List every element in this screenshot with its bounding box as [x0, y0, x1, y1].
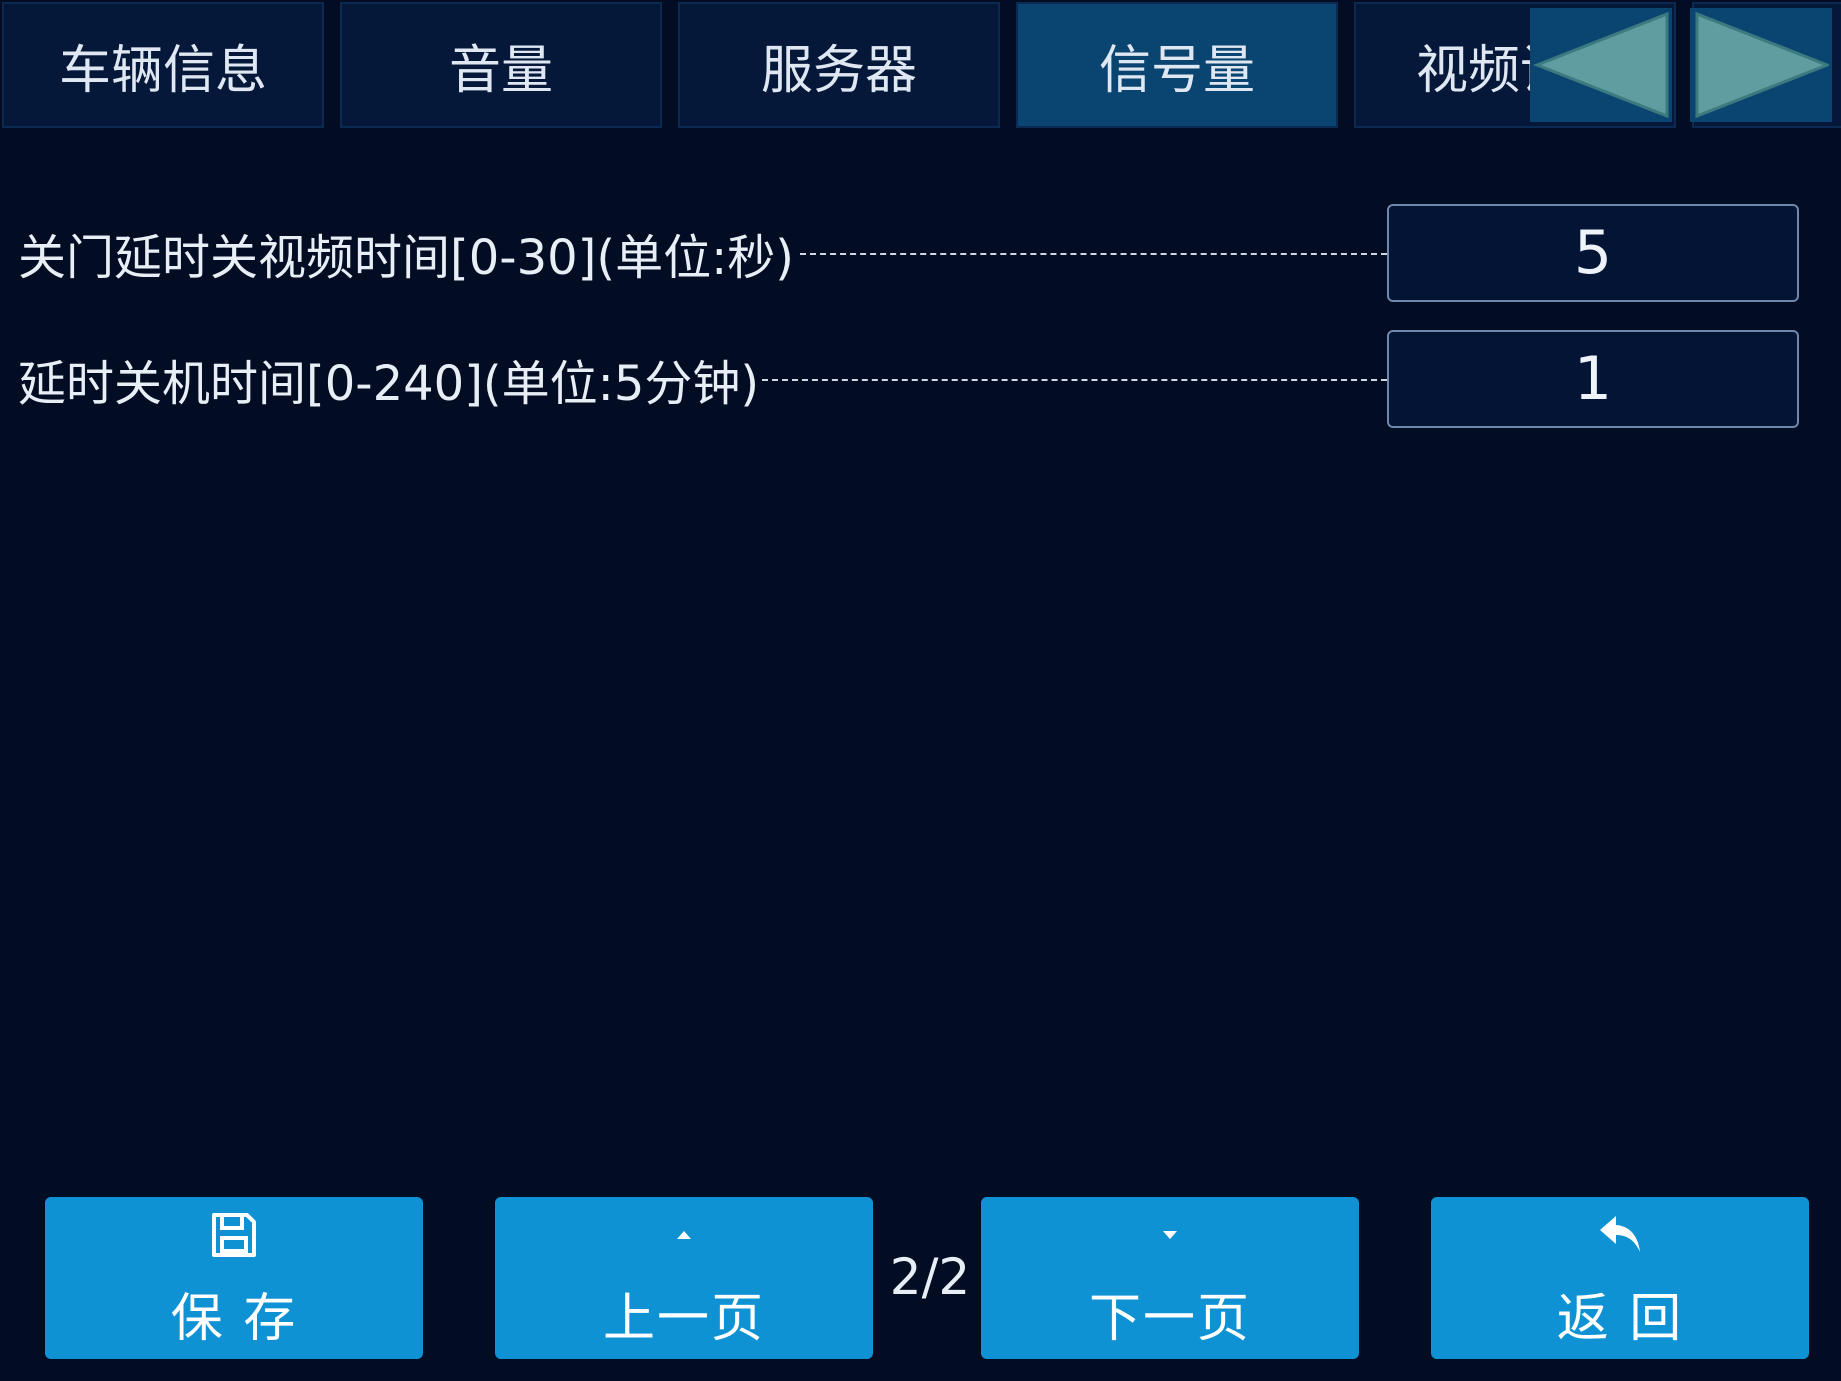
- tab-label: 服务器: [760, 40, 917, 101]
- tab-bar: 车辆信息 音量 服务器 信号量 视频设: [0, 0, 1841, 132]
- prev-page-label: 上一页: [602, 1288, 765, 1349]
- save-button[interactable]: 保 存: [45, 1197, 423, 1359]
- tab-label: 音量: [448, 40, 553, 101]
- caret-up-icon: [677, 1230, 691, 1239]
- caret-down-icon: [1163, 1230, 1177, 1239]
- tab-volume[interactable]: 音量: [340, 2, 662, 128]
- tab-label: 车辆信息: [58, 40, 267, 101]
- tab-scroll-left-button[interactable]: [1530, 8, 1672, 122]
- tab-label: 信号量: [1098, 40, 1255, 101]
- floppy-disk-icon: [212, 1212, 256, 1257]
- tab-scroll-right-button[interactable]: [1690, 8, 1832, 122]
- back-button[interactable]: 返 回: [1431, 1197, 1809, 1359]
- tab-signal[interactable]: 信号量: [1016, 2, 1338, 128]
- save-label: 保 存: [170, 1288, 298, 1349]
- tab-server[interactable]: 服务器: [678, 2, 1000, 128]
- triangle-left-icon: [1533, 11, 1669, 119]
- dashed-leader: [800, 253, 1387, 255]
- reply-arrow-icon: [1600, 1215, 1640, 1252]
- setting-row-door-video-delay: 关门延时关视频时间[0-30](单位:秒): [0, 204, 1841, 302]
- prev-page-button[interactable]: 上一页: [495, 1197, 873, 1359]
- shutdown-delay-input[interactable]: [1387, 330, 1799, 428]
- dashed-leader: [762, 379, 1387, 381]
- setting-label: 延时关机时间[0-240](单位:5分钟): [18, 356, 760, 412]
- setting-row-shutdown-delay: 延时关机时间[0-240](单位:5分钟): [0, 330, 1841, 428]
- tab-vehicle-info[interactable]: 车辆信息: [2, 2, 324, 128]
- door-video-delay-input[interactable]: [1387, 204, 1799, 302]
- back-label: 返 回: [1556, 1288, 1684, 1349]
- next-page-label: 下一页: [1088, 1288, 1251, 1349]
- setting-label: 关门延时关视频时间[0-30](单位:秒): [18, 230, 795, 286]
- triangle-right-icon: [1695, 11, 1829, 119]
- next-page-button[interactable]: 下一页: [981, 1197, 1359, 1359]
- page-indicator: 2/2: [889, 1248, 971, 1306]
